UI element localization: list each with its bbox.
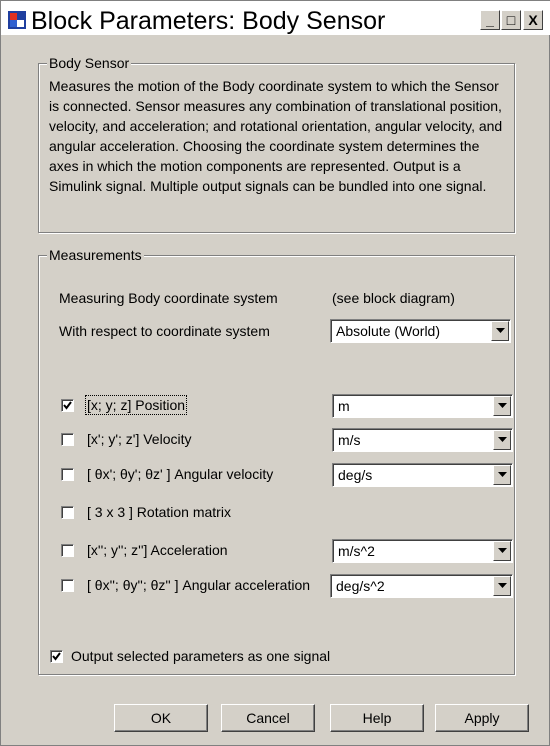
ok-button[interactable]: OK (114, 704, 208, 732)
acceleration-unit-value: m/s^2 (338, 543, 375, 559)
coordinate-system-value: Absolute (World) (336, 323, 441, 339)
close-button[interactable]: X (523, 10, 543, 30)
velocity-unit-select[interactable]: m/s (332, 428, 513, 452)
description-legend: Body Sensor (47, 55, 132, 71)
maximize-button[interactable]: □ (501, 10, 521, 30)
respect-label: With respect to coordinate system (59, 323, 270, 339)
acceleration-label[interactable]: [x''; y''; z''] Acceleration (87, 542, 228, 558)
output-one-signal-checkbox[interactable] (50, 650, 63, 663)
angular-acceleration-checkbox[interactable] (61, 579, 74, 592)
angular-velocity-unit-select[interactable]: deg/s (332, 463, 513, 487)
rotation-matrix-checkbox[interactable] (61, 506, 74, 519)
help-button[interactable]: Help (330, 704, 424, 732)
position-checkbox[interactable] (61, 399, 74, 412)
acceleration-checkbox[interactable] (61, 544, 74, 557)
rotation-matrix-label[interactable]: [ 3 x 3 ] Rotation matrix (87, 504, 231, 520)
angular-acceleration-unit-select[interactable]: deg/s^2 (330, 574, 513, 598)
chevron-down-icon[interactable] (491, 321, 509, 341)
angular-acceleration-label[interactable]: [ θx''; θy''; θz'' ] Angular acceleratio… (87, 577, 310, 593)
angular-velocity-unit-value: deg/s (338, 467, 373, 483)
chevron-down-icon[interactable] (493, 576, 511, 596)
block-parameters-dialog: Block Parameters: Body Sensor _ □ X Body… (0, 0, 550, 746)
window-title: Block Parameters: Body Sensor (31, 7, 386, 35)
chevron-down-icon[interactable] (493, 465, 511, 485)
chevron-down-icon[interactable] (493, 541, 511, 561)
coordinate-system-select[interactable]: Absolute (World) (330, 319, 511, 343)
apply-button[interactable]: Apply (435, 704, 529, 732)
measurements-legend: Measurements (47, 247, 144, 263)
velocity-label[interactable]: [x'; y'; z'] Velocity (87, 431, 192, 447)
minimize-button[interactable]: _ (480, 10, 500, 30)
measuring-value: (see block diagram) (332, 290, 455, 306)
angular-velocity-label[interactable]: [ θx'; θy'; θz' ] Angular velocity (87, 466, 273, 482)
velocity-checkbox[interactable] (61, 433, 74, 446)
position-label[interactable]: [x; y; z] Position (84, 395, 188, 415)
simulink-block-icon (7, 10, 27, 30)
angular-velocity-checkbox[interactable] (61, 468, 74, 481)
measuring-label: Measuring Body coordinate system (59, 290, 278, 306)
cancel-button[interactable]: Cancel (221, 704, 315, 732)
output-one-signal-label[interactable]: Output selected parameters as one signal (71, 648, 330, 664)
velocity-unit-value: m/s (338, 432, 361, 448)
chevron-down-icon[interactable] (493, 430, 511, 450)
description-group: Body Sensor Measures the motion of the B… (38, 55, 515, 233)
position-unit-select[interactable]: m (332, 394, 513, 418)
acceleration-unit-select[interactable]: m/s^2 (332, 539, 513, 563)
description-text: Measures the motion of the Body coordina… (49, 78, 503, 194)
position-unit-value: m (338, 398, 350, 414)
chevron-down-icon[interactable] (493, 396, 511, 416)
angular-acceleration-unit-value: deg/s^2 (336, 578, 385, 594)
title-bar[interactable]: Block Parameters: Body Sensor _ □ X (1, 1, 550, 35)
